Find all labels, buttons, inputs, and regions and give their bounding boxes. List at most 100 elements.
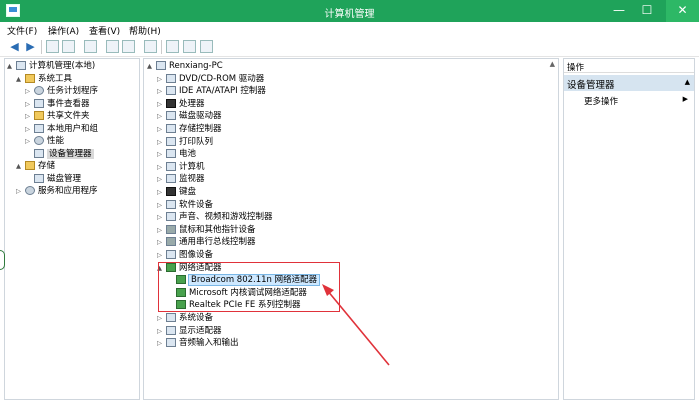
device-tree-item[interactable]: ▷ 键盘 bbox=[157, 186, 196, 198]
show-hide-tree-icon[interactable] bbox=[62, 40, 75, 53]
clock-icon bbox=[34, 86, 44, 95]
tree-item-label: Broadcom 802.11n 网络适配器 bbox=[187, 274, 321, 287]
device-tree-item[interactable]: ▷ 系统设备 bbox=[157, 312, 213, 324]
nav-tree-item[interactable]: ▲ 存储 bbox=[16, 160, 55, 172]
tree-item-label: IDE ATA/ATAPI 控制器 bbox=[179, 86, 266, 97]
expand-arrow-icon[interactable]: ▷ bbox=[25, 110, 34, 122]
nav-tree-item[interactable]: ▷ 性能 bbox=[25, 135, 64, 147]
expand-arrow-icon[interactable]: ▷ bbox=[25, 98, 34, 110]
expand-arrow-icon[interactable]: ▷ bbox=[157, 312, 166, 324]
device-tree-item[interactable]: ▷ 处理器 bbox=[157, 98, 205, 110]
device-tree-item[interactable]: Realtek PCIe FE 系列控制器 bbox=[167, 299, 300, 311]
expand-arrow-icon[interactable]: ▷ bbox=[157, 148, 166, 160]
menu-view[interactable]: 查看(V) bbox=[89, 24, 120, 37]
device-tree-item[interactable]: Broadcom 802.11n 网络适配器 bbox=[167, 274, 321, 287]
device-tree-item[interactable]: ▷ 电池 bbox=[157, 148, 196, 160]
forward-icon[interactable]: ▶ bbox=[24, 40, 37, 53]
edge-handle bbox=[0, 250, 5, 270]
collapse-arrow-icon[interactable]: ▲ bbox=[16, 73, 25, 85]
device-tree-item[interactable]: ▷ 磁盘驱动器 bbox=[157, 110, 222, 122]
menu-file[interactable]: 文件(F) bbox=[7, 24, 37, 37]
properties-icon[interactable] bbox=[122, 40, 135, 53]
nav-tree-item[interactable]: 磁盘管理 bbox=[25, 173, 81, 185]
menu-action[interactable]: 操作(A) bbox=[48, 24, 79, 37]
device-tree-item[interactable]: ▷ DVD/CD-ROM 驱动器 bbox=[157, 73, 264, 85]
maximize-button[interactable]: ☐ bbox=[634, 0, 660, 22]
close-button[interactable]: ✕ bbox=[666, 0, 699, 22]
scroll-up-icon[interactable]: ▲ bbox=[550, 60, 555, 68]
device-tree-item[interactable]: ▷ 显示适配器 bbox=[157, 325, 222, 337]
expand-arrow-icon[interactable]: ▷ bbox=[157, 249, 166, 261]
tree-item-label: 图像设备 bbox=[179, 250, 214, 260]
device-tree-item[interactable]: ▲ 网络适配器 bbox=[157, 262, 222, 274]
expand-arrow-icon[interactable]: ▷ bbox=[16, 185, 25, 197]
tree-item-label: 系统设备 bbox=[179, 313, 214, 323]
expand-arrow-icon[interactable]: ▷ bbox=[25, 135, 34, 147]
device-tree-item[interactable]: ▷ 鼠标和其他指针设备 bbox=[157, 224, 256, 236]
tree-item-label: 打印队列 bbox=[179, 136, 214, 147]
up-level-icon[interactable] bbox=[46, 40, 59, 53]
expand-arrow-icon[interactable]: ▷ bbox=[157, 211, 166, 223]
sound-icon bbox=[166, 212, 176, 222]
expand-arrow-icon[interactable]: ▷ bbox=[157, 73, 166, 85]
nav-tree-item[interactable]: ▲ 计算机管理(本地) bbox=[7, 60, 95, 72]
tree-item-label: 共享文件夹 bbox=[47, 111, 90, 121]
device-tree-item[interactable]: Microsoft 内核调试网络适配器 bbox=[167, 287, 307, 299]
device-tree-item[interactable]: ▷ IDE ATA/ATAPI 控制器 bbox=[157, 85, 266, 97]
nav-tree-item[interactable]: ▷ 事件查看器 bbox=[25, 98, 90, 110]
collapse-arrow-icon[interactable]: ▲ bbox=[157, 262, 166, 274]
expand-arrow-icon[interactable]: ▷ bbox=[157, 173, 166, 185]
device-tree-item[interactable]: ▷ 存储控制器 bbox=[157, 123, 222, 135]
disable-device-icon[interactable] bbox=[183, 40, 196, 53]
expand-arrow-icon[interactable]: ▷ bbox=[157, 337, 166, 349]
export-list-icon[interactable] bbox=[84, 40, 97, 53]
device-tree-item[interactable]: ▷ 音频输入和输出 bbox=[157, 337, 239, 349]
expand-arrow-icon[interactable]: ▷ bbox=[157, 186, 166, 198]
tree-item-label: 服务和应用程序 bbox=[38, 186, 98, 196]
collapse-arrow-icon[interactable]: ▲ bbox=[7, 60, 16, 72]
nav-tree-item[interactable]: ▷ 服务和应用程序 bbox=[16, 185, 98, 197]
device-tree-item[interactable]: ▷ 声音、视频和游戏控制器 bbox=[157, 211, 273, 223]
device-tree-item[interactable]: ▷ 打印队列 bbox=[157, 136, 213, 148]
menu-help[interactable]: 帮助(H) bbox=[129, 24, 161, 37]
update-driver-icon[interactable] bbox=[166, 40, 179, 53]
expand-arrow-icon[interactable]: ▷ bbox=[157, 98, 166, 110]
expand-arrow-icon[interactable]: ▷ bbox=[157, 85, 166, 97]
minimize-button[interactable]: — bbox=[606, 0, 632, 22]
storage-controller-icon bbox=[166, 124, 176, 133]
expand-arrow-icon[interactable]: ▷ bbox=[157, 224, 166, 236]
device-tree-item[interactable]: ▷ 监视器 bbox=[157, 173, 205, 185]
expand-arrow-icon[interactable]: ▷ bbox=[157, 325, 166, 337]
help-icon[interactable] bbox=[106, 40, 119, 53]
nav-tree-item[interactable]: ▷ 本地用户和组 bbox=[25, 123, 98, 135]
tree-item-label: 性能 bbox=[47, 136, 65, 146]
collapse-arrow-icon[interactable]: ▲ bbox=[16, 160, 25, 172]
nav-tree-item[interactable]: ▷ 任务计划程序 bbox=[25, 85, 98, 97]
expand-arrow-icon[interactable]: ▷ bbox=[157, 110, 166, 122]
expand-arrow-icon[interactable]: ▷ bbox=[157, 199, 166, 211]
expand-arrow-icon[interactable]: ▷ bbox=[157, 161, 166, 173]
toolbar-separator bbox=[161, 40, 162, 54]
actions-section-device-manager[interactable]: 设备管理器 ▲ bbox=[564, 75, 694, 91]
device-tree-item[interactable]: ▷ 通用串行总线控制器 bbox=[157, 236, 256, 248]
submenu-arrow-icon: ▶ bbox=[682, 95, 688, 103]
device-tree-item[interactable]: ▷ 计算机 bbox=[157, 161, 205, 173]
nav-tree-item[interactable]: ▷ 共享文件夹 bbox=[25, 110, 90, 122]
uninstall-device-icon[interactable] bbox=[200, 40, 213, 53]
collapse-arrow-icon[interactable]: ▲ bbox=[147, 60, 156, 72]
device-tree-item[interactable]: ▷ 软件设备 bbox=[157, 199, 213, 211]
expand-arrow-icon[interactable]: ▷ bbox=[157, 136, 166, 148]
expand-arrow-icon[interactable]: ▷ bbox=[25, 123, 34, 135]
expand-arrow-icon[interactable]: ▷ bbox=[25, 85, 34, 97]
nav-tree-item[interactable]: 设备管理器 bbox=[25, 148, 94, 160]
scan-hardware-icon[interactable] bbox=[144, 40, 157, 53]
nav-tree-item[interactable]: ▲ 系统工具 bbox=[16, 73, 72, 85]
back-icon[interactable]: ◀ bbox=[8, 40, 21, 53]
device-tree-item[interactable]: ▲ Renxiang-PC bbox=[147, 60, 223, 72]
more-actions-link[interactable]: 更多操作 bbox=[584, 95, 618, 107]
device-tree-item[interactable]: ▷ 图像设备 bbox=[157, 249, 213, 261]
expand-arrow-icon[interactable]: ▷ bbox=[157, 123, 166, 135]
tree-item-label: 磁盘管理 bbox=[47, 173, 82, 184]
collapse-caret-icon[interactable]: ▲ bbox=[685, 78, 690, 86]
expand-arrow-icon[interactable]: ▷ bbox=[157, 236, 166, 248]
